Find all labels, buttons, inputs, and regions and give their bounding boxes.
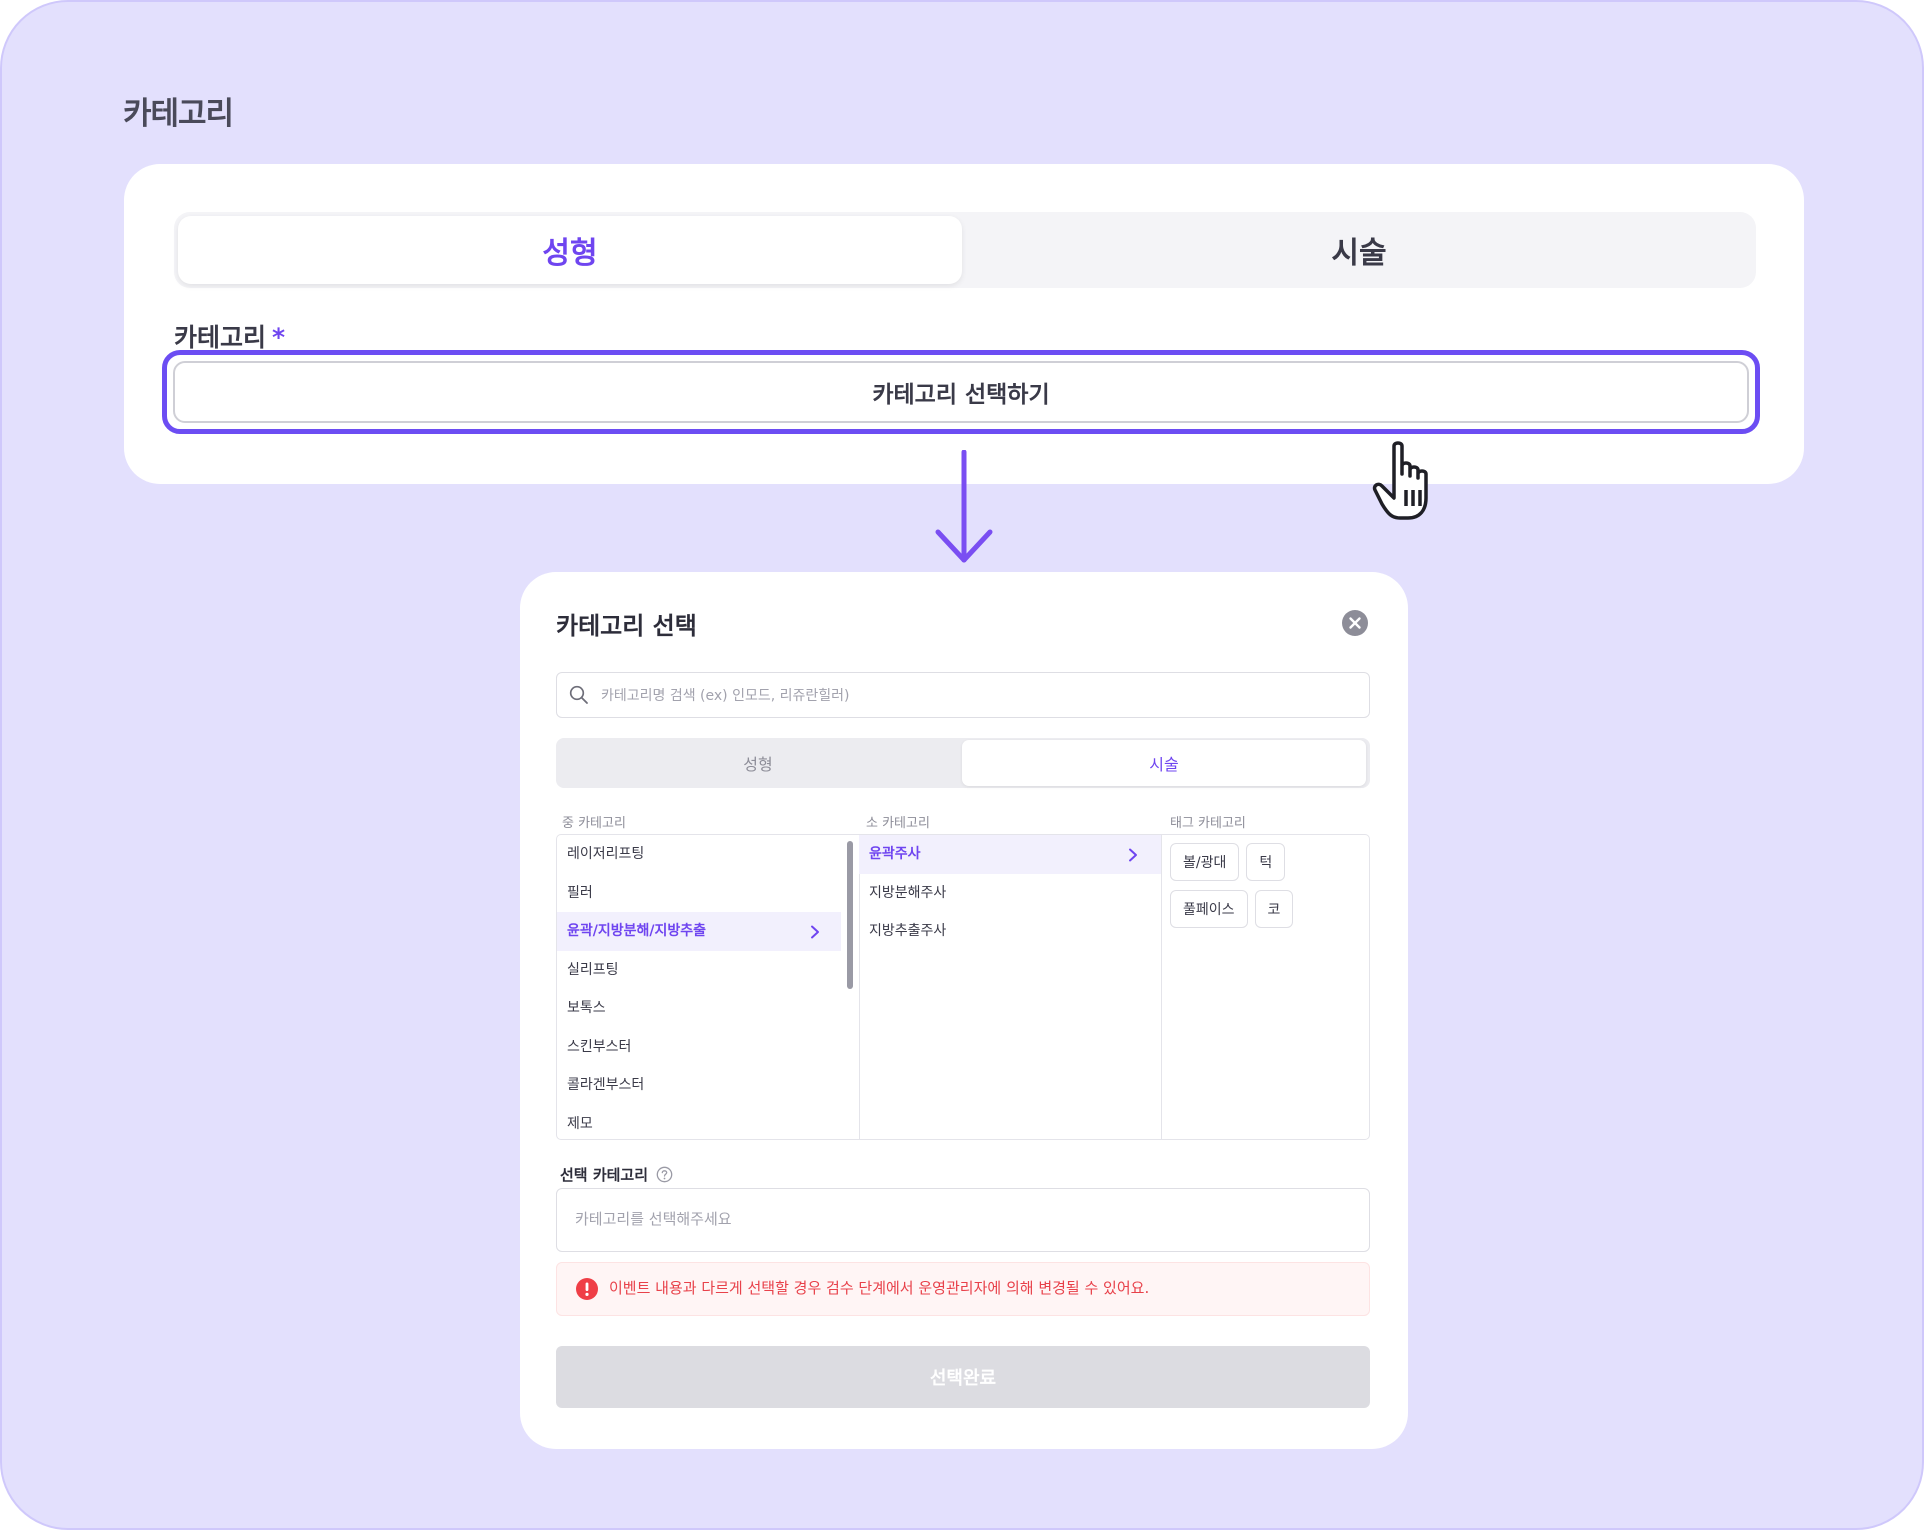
done-button[interactable]: 선택완료	[556, 1346, 1370, 1408]
category-columns: 레이저리프팅 필러 윤곽/지방분해/지방추출 실리프팅 보톡스 스킨부스터 콜라…	[556, 834, 1370, 1140]
category-select-modal: 카테고리 선택 성형 시술 중 카테고리 소 카테고리 태그 카테고리 레이저리…	[520, 572, 1408, 1449]
tab-procedure[interactable]: 시술	[962, 212, 1756, 288]
search-input[interactable]	[599, 673, 1343, 718]
modal-type-segmented-control: 성형 시술	[556, 738, 1370, 788]
tag-group: 볼/광대 턱 풀페이스 코	[1162, 835, 1328, 936]
list-item[interactable]: 지방추출주사	[859, 912, 1161, 951]
list-item-selected[interactable]: 윤곽주사	[859, 835, 1161, 874]
type-segmented-control: 성형 시술	[174, 212, 1756, 288]
required-mark: *	[272, 323, 286, 352]
alert-icon	[576, 1278, 598, 1300]
list-item[interactable]: 레이저리프팅	[557, 835, 841, 874]
mid-category-list: 레이저리프팅 필러 윤곽/지방분해/지방추출 실리프팅 보톡스 스킨부스터 콜라…	[557, 835, 860, 1139]
list-item[interactable]: 필러	[557, 874, 841, 913]
hand-pointer-cursor-icon	[1372, 441, 1428, 520]
selected-category-label: 선택 카테고리	[560, 1166, 649, 1184]
list-item[interactable]: 스킨부스터	[557, 1028, 841, 1067]
sub-category-list: 윤곽주사 지방분해주사 지방추출주사	[859, 835, 1162, 1139]
list-item-selected[interactable]: 윤곽/지방분해/지방추출	[557, 912, 841, 951]
help-circle-icon[interactable]	[656, 1166, 673, 1183]
warning-banner: 이벤트 내용과 다르게 선택할 경우 검수 단계에서 운영관리자에 의해 변경될…	[556, 1262, 1370, 1316]
list-item[interactable]: 콜라겐부스터	[557, 1066, 841, 1105]
list-item[interactable]: 제모	[557, 1105, 841, 1140]
sub-category-header: 소 카테고리	[866, 816, 930, 831]
close-icon[interactable]	[1342, 610, 1368, 636]
modal-tab-surgery[interactable]: 성형	[556, 738, 960, 788]
canvas: 카테고리 성형 시술 카테고리 * 카테고리 선택하기 카테고리 선택 카테고리…	[0, 0, 1924, 1530]
modal-tab-procedure[interactable]: 시술	[962, 740, 1366, 786]
tag-category-header: 태그 카테고리	[1170, 816, 1246, 831]
tag-chip[interactable]: 볼/광대	[1170, 843, 1240, 881]
scrollbar[interactable]	[847, 841, 853, 989]
select-category-button[interactable]: 카테고리 선택하기	[173, 361, 1749, 423]
warning-text: 이벤트 내용과 다르게 선택할 경우 검수 단계에서 운영관리자에 의해 변경될…	[609, 1279, 1150, 1297]
tab-surgery[interactable]: 성형	[178, 216, 962, 284]
list-item-label: 윤곽주사	[869, 846, 921, 862]
tag-category-list: 볼/광대 턱 풀페이스 코	[1162, 835, 1368, 1139]
tag-chip[interactable]: 풀페이스	[1170, 890, 1248, 928]
chevron-right-icon	[811, 925, 819, 939]
category-search	[556, 672, 1370, 718]
category-card: 성형 시술 카테고리 * 카테고리 선택하기	[124, 164, 1804, 484]
category-field-label: 카테고리 *	[174, 318, 285, 354]
list-item[interactable]: 실리프팅	[557, 951, 841, 990]
search-icon	[569, 685, 588, 704]
list-item-label: 윤곽/지방분해/지방추출	[567, 923, 707, 939]
tag-chip[interactable]: 코	[1254, 890, 1294, 928]
down-arrow-icon	[935, 450, 993, 563]
list-item[interactable]: 지방분해주사	[859, 874, 1161, 913]
chevron-right-icon	[1129, 848, 1137, 862]
close-x-glyph	[1349, 617, 1361, 629]
category-field-label-text: 카테고리	[174, 323, 267, 352]
select-button-highlight: 카테고리 선택하기	[162, 350, 1760, 434]
tag-chip[interactable]: 턱	[1246, 843, 1286, 881]
mid-category-header: 중 카테고리	[562, 816, 626, 831]
selected-category-field[interactable]: 카테고리를 선택해주세요	[556, 1188, 1370, 1252]
list-item[interactable]: 보톡스	[557, 989, 841, 1028]
modal-title: 카테고리 선택	[556, 612, 697, 640]
page-title: 카테고리	[123, 96, 234, 132]
